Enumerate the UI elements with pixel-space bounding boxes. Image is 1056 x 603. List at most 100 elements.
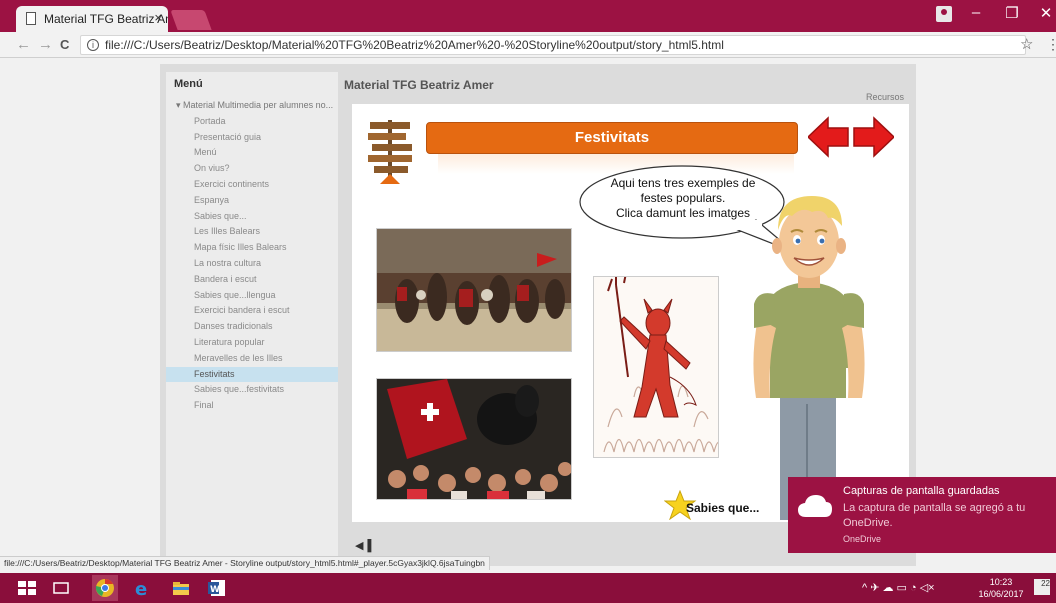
- file-explorer-icon[interactable]: [170, 578, 192, 598]
- menu-item[interactable]: Menú: [166, 145, 338, 161]
- menu-item-label: Exercici bandera i escut: [194, 305, 290, 316]
- menu-item[interactable]: Sabies que...: [166, 209, 338, 225]
- menu-list: ▾ Material Multimedia per alumnes no... P…: [166, 98, 338, 414]
- back-button[interactable]: ←: [16, 36, 31, 53]
- menu-item-label: Presentació guia: [194, 131, 262, 142]
- cartoon-character: [753, 196, 865, 520]
- menu-item-label: Espanya: [194, 194, 230, 205]
- profile-icon[interactable]: [936, 6, 952, 22]
- browser-toolbar: ← → C i file:///C:/Users/Beatriz/Desktop…: [0, 32, 1056, 58]
- navigation-arrows: [808, 116, 894, 158]
- bubble-line: Aqui tens tres exemples de: [610, 176, 756, 190]
- forward-button[interactable]: →: [38, 36, 53, 53]
- toast-title: Capturas de pantalla guardadas: [843, 485, 1000, 497]
- close-window-button[interactable]: ✕: [1036, 4, 1056, 22]
- url-text: file:///C:/Users/Beatriz/Desktop/Materia…: [105, 38, 724, 52]
- menu-item-label: Sabies que...festivitats: [194, 384, 285, 395]
- slide-title-banner: Festivitats: [426, 122, 798, 154]
- new-tab-button[interactable]: [170, 10, 212, 30]
- sabies-que-button[interactable]: Sabies que...: [686, 501, 759, 515]
- chrome-icon[interactable]: [92, 575, 118, 601]
- menu-item[interactable]: La nostra cultura: [166, 256, 338, 272]
- menu-item[interactable]: Bandera i escut: [166, 272, 338, 288]
- menu-item-label: La nostra cultura: [194, 257, 262, 268]
- menu-item-label: Final: [194, 400, 214, 411]
- menu-item[interactable]: Final: [166, 398, 338, 414]
- festival-photo-flag[interactable]: [376, 378, 572, 500]
- menu-item[interactable]: Danses tradicionals: [166, 319, 338, 335]
- collapse-triangle-icon[interactable]: ▾: [176, 100, 183, 110]
- reload-button[interactable]: C: [60, 37, 69, 52]
- menu-item[interactable]: Exercici bandera i escut: [166, 303, 338, 319]
- prev-arrow-icon[interactable]: [808, 116, 849, 158]
- menu-item-label: Danses tradicionals: [194, 321, 273, 332]
- restore-button[interactable]: ❐: [1002, 4, 1022, 22]
- browser-menu-icon[interactable]: ⋮: [1046, 36, 1056, 53]
- menu-item-label: Portada: [194, 115, 226, 126]
- svg-text:W: W: [210, 585, 220, 595]
- cloud-icon: [798, 495, 832, 517]
- toast-body: La captura de pantalla se agregó a tu On…: [843, 502, 1026, 529]
- browser-tab[interactable]: Material TFG Beatriz Ame ×: [16, 6, 168, 32]
- onedrive-notification-toast[interactable]: Capturas de pantalla guardadas La captur…: [788, 477, 1056, 553]
- bubble-line: Clica damunt les imatges: [615, 206, 751, 220]
- menu-item-label: On vius?: [194, 163, 230, 174]
- menu-item[interactable]: Literatura popular: [166, 335, 338, 351]
- word-icon[interactable]: W: [206, 578, 228, 598]
- menu-item-label: Literatura popular: [194, 336, 265, 347]
- bookmark-star-icon[interactable]: ☆: [1020, 35, 1033, 53]
- menu-item[interactable]: Sabies que...llengua: [166, 288, 338, 304]
- menu-item-label: Sabies que...: [194, 210, 247, 221]
- menu-title: Menú: [174, 78, 203, 90]
- windows-start-icon[interactable]: [16, 578, 38, 598]
- clock-time: 10:23: [989, 577, 1013, 587]
- speech-bubble-text: Aqui tens tres exemples de festes popula…: [598, 176, 768, 221]
- clock-date: 16/06/2017: [978, 589, 1024, 599]
- menu-section-header[interactable]: ▾ Material Multimedia per alumnes no...: [166, 98, 338, 114]
- festival-photo-devil[interactable]: [593, 276, 719, 458]
- menu-item[interactable]: Meravelles de les Illes: [166, 351, 338, 367]
- course-title: Material TFG Beatriz Amer: [344, 78, 494, 92]
- menu-item[interactable]: Mapa físic Illes Balears: [166, 240, 338, 256]
- browser-title-bar: Material TFG Beatriz Ame × – ❐ ✕: [0, 0, 1056, 32]
- system-tray[interactable]: ^ ✈ ☁ ▭ ◔ ◁×: [862, 581, 935, 594]
- course-menu-sidebar: Menú ▾ Material Multimedia per alumnes n…: [166, 72, 338, 560]
- signpost-icon: [368, 120, 412, 184]
- volume-icon[interactable]: ◀▐: [355, 539, 371, 555]
- menu-item-label: Material Multimedia per alumnes no...: [183, 100, 334, 110]
- page-icon: [26, 12, 36, 25]
- menu-item[interactable]: Portada: [166, 114, 338, 130]
- menu-item-label: Sabies que...llengua: [194, 289, 276, 300]
- menu-item-label: Festivitats: [194, 368, 235, 379]
- clock[interactable]: 10:23 16/06/2017: [976, 576, 1026, 600]
- task-view-icon[interactable]: [50, 578, 72, 598]
- menu-item-label: Exercici continents: [194, 178, 270, 189]
- address-bar[interactable]: i file:///C:/Users/Beatriz/Desktop/Mater…: [80, 35, 1026, 55]
- status-url-bar: file:///C:/Users/Beatriz/Desktop/Materia…: [0, 556, 490, 570]
- menu-item[interactable]: On vius?: [166, 161, 338, 177]
- menu-item-label: Mapa físic Illes Balears: [194, 242, 287, 253]
- menu-item-label: Les Illes Balears: [194, 226, 261, 237]
- menu-item-label: Meravelles de les Illes: [194, 352, 283, 363]
- info-icon[interactable]: i: [87, 39, 99, 51]
- menu-item-label: Bandera i escut: [194, 273, 257, 284]
- minimize-button[interactable]: –: [966, 4, 986, 21]
- resources-button[interactable]: Recursos: [866, 92, 904, 102]
- bubble-line: festes populars.: [640, 191, 726, 205]
- svg-text:e: e: [135, 579, 147, 598]
- menu-item[interactable]: Exercici continents: [166, 177, 338, 193]
- edge-icon[interactable]: e: [132, 578, 154, 598]
- slide-canvas: Festivitats Aqui tens tres exemples de f…: [352, 104, 909, 522]
- menu-item[interactable]: Sabies que...festivitats: [166, 382, 338, 398]
- tab-title: Material TFG Beatriz Ame: [44, 12, 168, 26]
- next-arrow-icon[interactable]: [853, 116, 894, 158]
- menu-item[interactable]: Presentació guia: [166, 130, 338, 146]
- festival-photo-battle[interactable]: [376, 228, 572, 352]
- tab-close-button[interactable]: ×: [154, 10, 162, 25]
- notification-center-icon[interactable]: 22: [1034, 579, 1050, 595]
- menu-item[interactable]: Festivitats: [166, 366, 338, 383]
- menu-item[interactable]: Espanya: [166, 193, 338, 209]
- windows-taskbar: e W ^ ✈ ☁ ▭ ◔ ◁× 10:23 16/06/2017 22: [0, 573, 1056, 603]
- menu-item[interactable]: Les Illes Balears: [166, 224, 338, 240]
- toast-source: OneDrive: [843, 534, 882, 544]
